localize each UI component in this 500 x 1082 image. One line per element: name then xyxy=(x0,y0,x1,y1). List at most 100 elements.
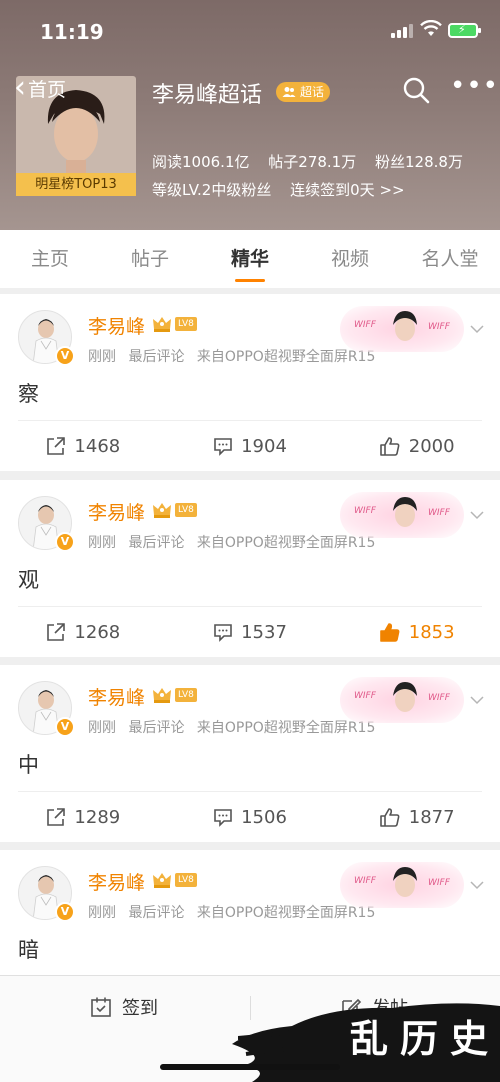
checkin-link[interactable]: 连续签到0天 >> xyxy=(290,181,404,199)
topic-title: 李易峰超话 xyxy=(152,83,263,108)
author-name[interactable]: 李易峰 xyxy=(88,683,145,710)
repost-button[interactable]: 1289 xyxy=(0,792,167,842)
tab-home[interactable]: 主页 xyxy=(0,230,100,288)
more-icon[interactable]: ••• xyxy=(450,73,498,104)
like-button[interactable]: 1853 xyxy=(333,607,500,657)
repost-count: 1289 xyxy=(74,806,121,828)
like-button[interactable]: 2000 xyxy=(333,421,500,471)
post-meta: 刚刚 最后评论 来自OPPO超视野全面屏R15 xyxy=(88,346,383,366)
verified-v-icon: V xyxy=(55,532,75,552)
share-icon xyxy=(47,623,66,641)
status-bar: 11:19 ⚡ xyxy=(0,0,500,60)
repost-count: 1268 xyxy=(74,621,121,643)
comment-button[interactable]: 1537 xyxy=(167,607,334,657)
back-label: 首页 xyxy=(28,78,67,101)
post-time: 刚刚 xyxy=(88,905,116,921)
like-count: 1853 xyxy=(408,621,455,643)
tab-featured[interactable]: 精华 xyxy=(200,230,300,288)
calendar-icon xyxy=(91,997,111,1017)
post-time: 刚刚 xyxy=(88,349,116,365)
wiff-decoration: WIFF xyxy=(354,506,376,516)
post-meta: 刚刚 最后评论 来自OPPO超视野全面屏R15 xyxy=(88,717,383,737)
post-content[interactable]: 察 xyxy=(18,378,39,408)
comment-icon xyxy=(214,624,232,642)
user-level: 等级LV.2中级粉丝 连续签到0天 >> xyxy=(152,179,419,200)
author-name[interactable]: 李易峰 xyxy=(88,312,145,339)
repost-button[interactable]: 1468 xyxy=(0,421,167,471)
last-comment-label: 最后评论 xyxy=(128,905,185,921)
post-source: 来自OPPO超视野全面屏R15 xyxy=(196,535,376,551)
chevron-down-icon[interactable] xyxy=(470,322,484,336)
comment-button[interactable]: 1904 xyxy=(167,421,334,471)
card-decoration: WIFF WIFF xyxy=(340,862,464,908)
read-count: 阅读1006.1亿 xyxy=(152,153,250,171)
chevron-down-icon[interactable] xyxy=(470,878,484,892)
comment-count: 1506 xyxy=(241,806,287,828)
post-meta: 刚刚 最后评论 来自OPPO超视野全面屏R15 xyxy=(88,902,383,922)
post-actions: 1268 1537 1853 xyxy=(0,607,500,657)
thumbs-up-icon xyxy=(379,623,400,642)
chevron-down-icon[interactable] xyxy=(470,508,484,522)
post-content[interactable]: 暗 xyxy=(18,934,39,964)
back-button[interactable]: ‹ 首页 xyxy=(14,70,67,105)
post-time: 刚刚 xyxy=(88,535,116,551)
thumbs-up-icon xyxy=(379,808,400,827)
tab-posts[interactable]: 帖子 xyxy=(100,230,200,288)
crown-icon xyxy=(153,317,171,332)
signal-icon xyxy=(391,24,415,38)
post-card[interactable]: V 李易峰 LV8 刚刚 最后评论 来自OPPO超视野全面屏R15 WIFF W… xyxy=(0,480,500,657)
watermark-text: 乱历史 xyxy=(350,1016,500,1061)
last-comment-label: 最后评论 xyxy=(128,349,185,365)
mini-portrait-image xyxy=(393,867,417,897)
post-card[interactable]: V 李易峰 LV8 刚刚 最后评论 来自OPPO超视野全面屏R15 WIFF W… xyxy=(0,665,500,842)
comment-count: 1537 xyxy=(241,621,287,643)
chaohua-badge: 超话 xyxy=(276,82,331,102)
post-meta: 刚刚 最后评论 来自OPPO超视野全面屏R15 xyxy=(88,532,383,552)
level-badge: LV8 xyxy=(175,688,197,702)
search-icon[interactable] xyxy=(402,76,430,104)
badge-label: 超话 xyxy=(300,85,325,99)
like-count: 1877 xyxy=(408,806,455,828)
topic-stats: 阅读1006.1亿 帖子278.1万 粉丝128.8万 xyxy=(152,151,477,172)
level-badge: LV8 xyxy=(175,503,197,517)
wifi-icon xyxy=(420,20,442,36)
comment-button[interactable]: 1506 xyxy=(167,792,334,842)
like-count: 2000 xyxy=(408,435,455,457)
chevron-left-icon: ‹ xyxy=(14,70,26,105)
last-comment-label: 最后评论 xyxy=(128,720,185,736)
like-button[interactable]: 1877 xyxy=(333,792,500,842)
wiff-decoration: WIFF xyxy=(354,320,376,330)
repost-button[interactable]: 1268 xyxy=(0,607,167,657)
card-decoration: WIFF WIFF xyxy=(340,677,464,723)
tab-videos[interactable]: 视频 xyxy=(300,230,400,288)
tab-hall-of-fame[interactable]: 名人堂 xyxy=(400,230,500,288)
post-count: 帖子278.1万 xyxy=(268,153,357,171)
author-name[interactable]: 李易峰 xyxy=(88,868,145,895)
wiff-decoration: WIFF xyxy=(428,322,450,332)
post-card[interactable]: V 李易峰 LV8 刚刚 最后评论 来自OPPO超视野全面屏R15 WIFF W… xyxy=(0,850,500,975)
mini-portrait-image xyxy=(393,311,417,341)
checkin-label: 签到 xyxy=(122,998,158,1019)
post-source: 来自OPPO超视野全面屏R15 xyxy=(196,349,376,365)
verified-v-icon: V xyxy=(55,717,75,737)
crown-icon xyxy=(153,503,171,518)
mini-portrait-image xyxy=(393,497,417,527)
wiff-decoration: WIFF xyxy=(428,508,450,518)
home-indicator[interactable] xyxy=(160,1064,340,1070)
checkin-button[interactable]: 签到 xyxy=(90,994,158,1020)
mini-portrait-image xyxy=(393,682,417,712)
post-content[interactable]: 观 xyxy=(18,564,39,594)
card-decoration: WIFF WIFF xyxy=(340,492,464,538)
rank-badge[interactable]: 明星榜TOP13 xyxy=(16,173,136,196)
chevron-down-icon[interactable] xyxy=(470,693,484,707)
wiff-decoration: WIFF xyxy=(428,878,450,888)
fan-count: 粉丝128.8万 xyxy=(375,153,463,171)
post-content[interactable]: 中 xyxy=(18,749,39,779)
tab-bar: 主页 帖子 精华 视频 名人堂 xyxy=(0,230,500,288)
author-name[interactable]: 李易峰 xyxy=(88,498,145,525)
wiff-decoration: WIFF xyxy=(428,693,450,703)
post-actions: 1289 1506 1877 xyxy=(0,792,500,842)
post-card[interactable]: V 李易峰 LV8 刚刚 最后评论 来自OPPO超视野全面屏R15 WIFF W… xyxy=(0,294,500,471)
post-source: 来自OPPO超视野全面屏R15 xyxy=(196,905,376,921)
crown-icon xyxy=(153,873,171,888)
